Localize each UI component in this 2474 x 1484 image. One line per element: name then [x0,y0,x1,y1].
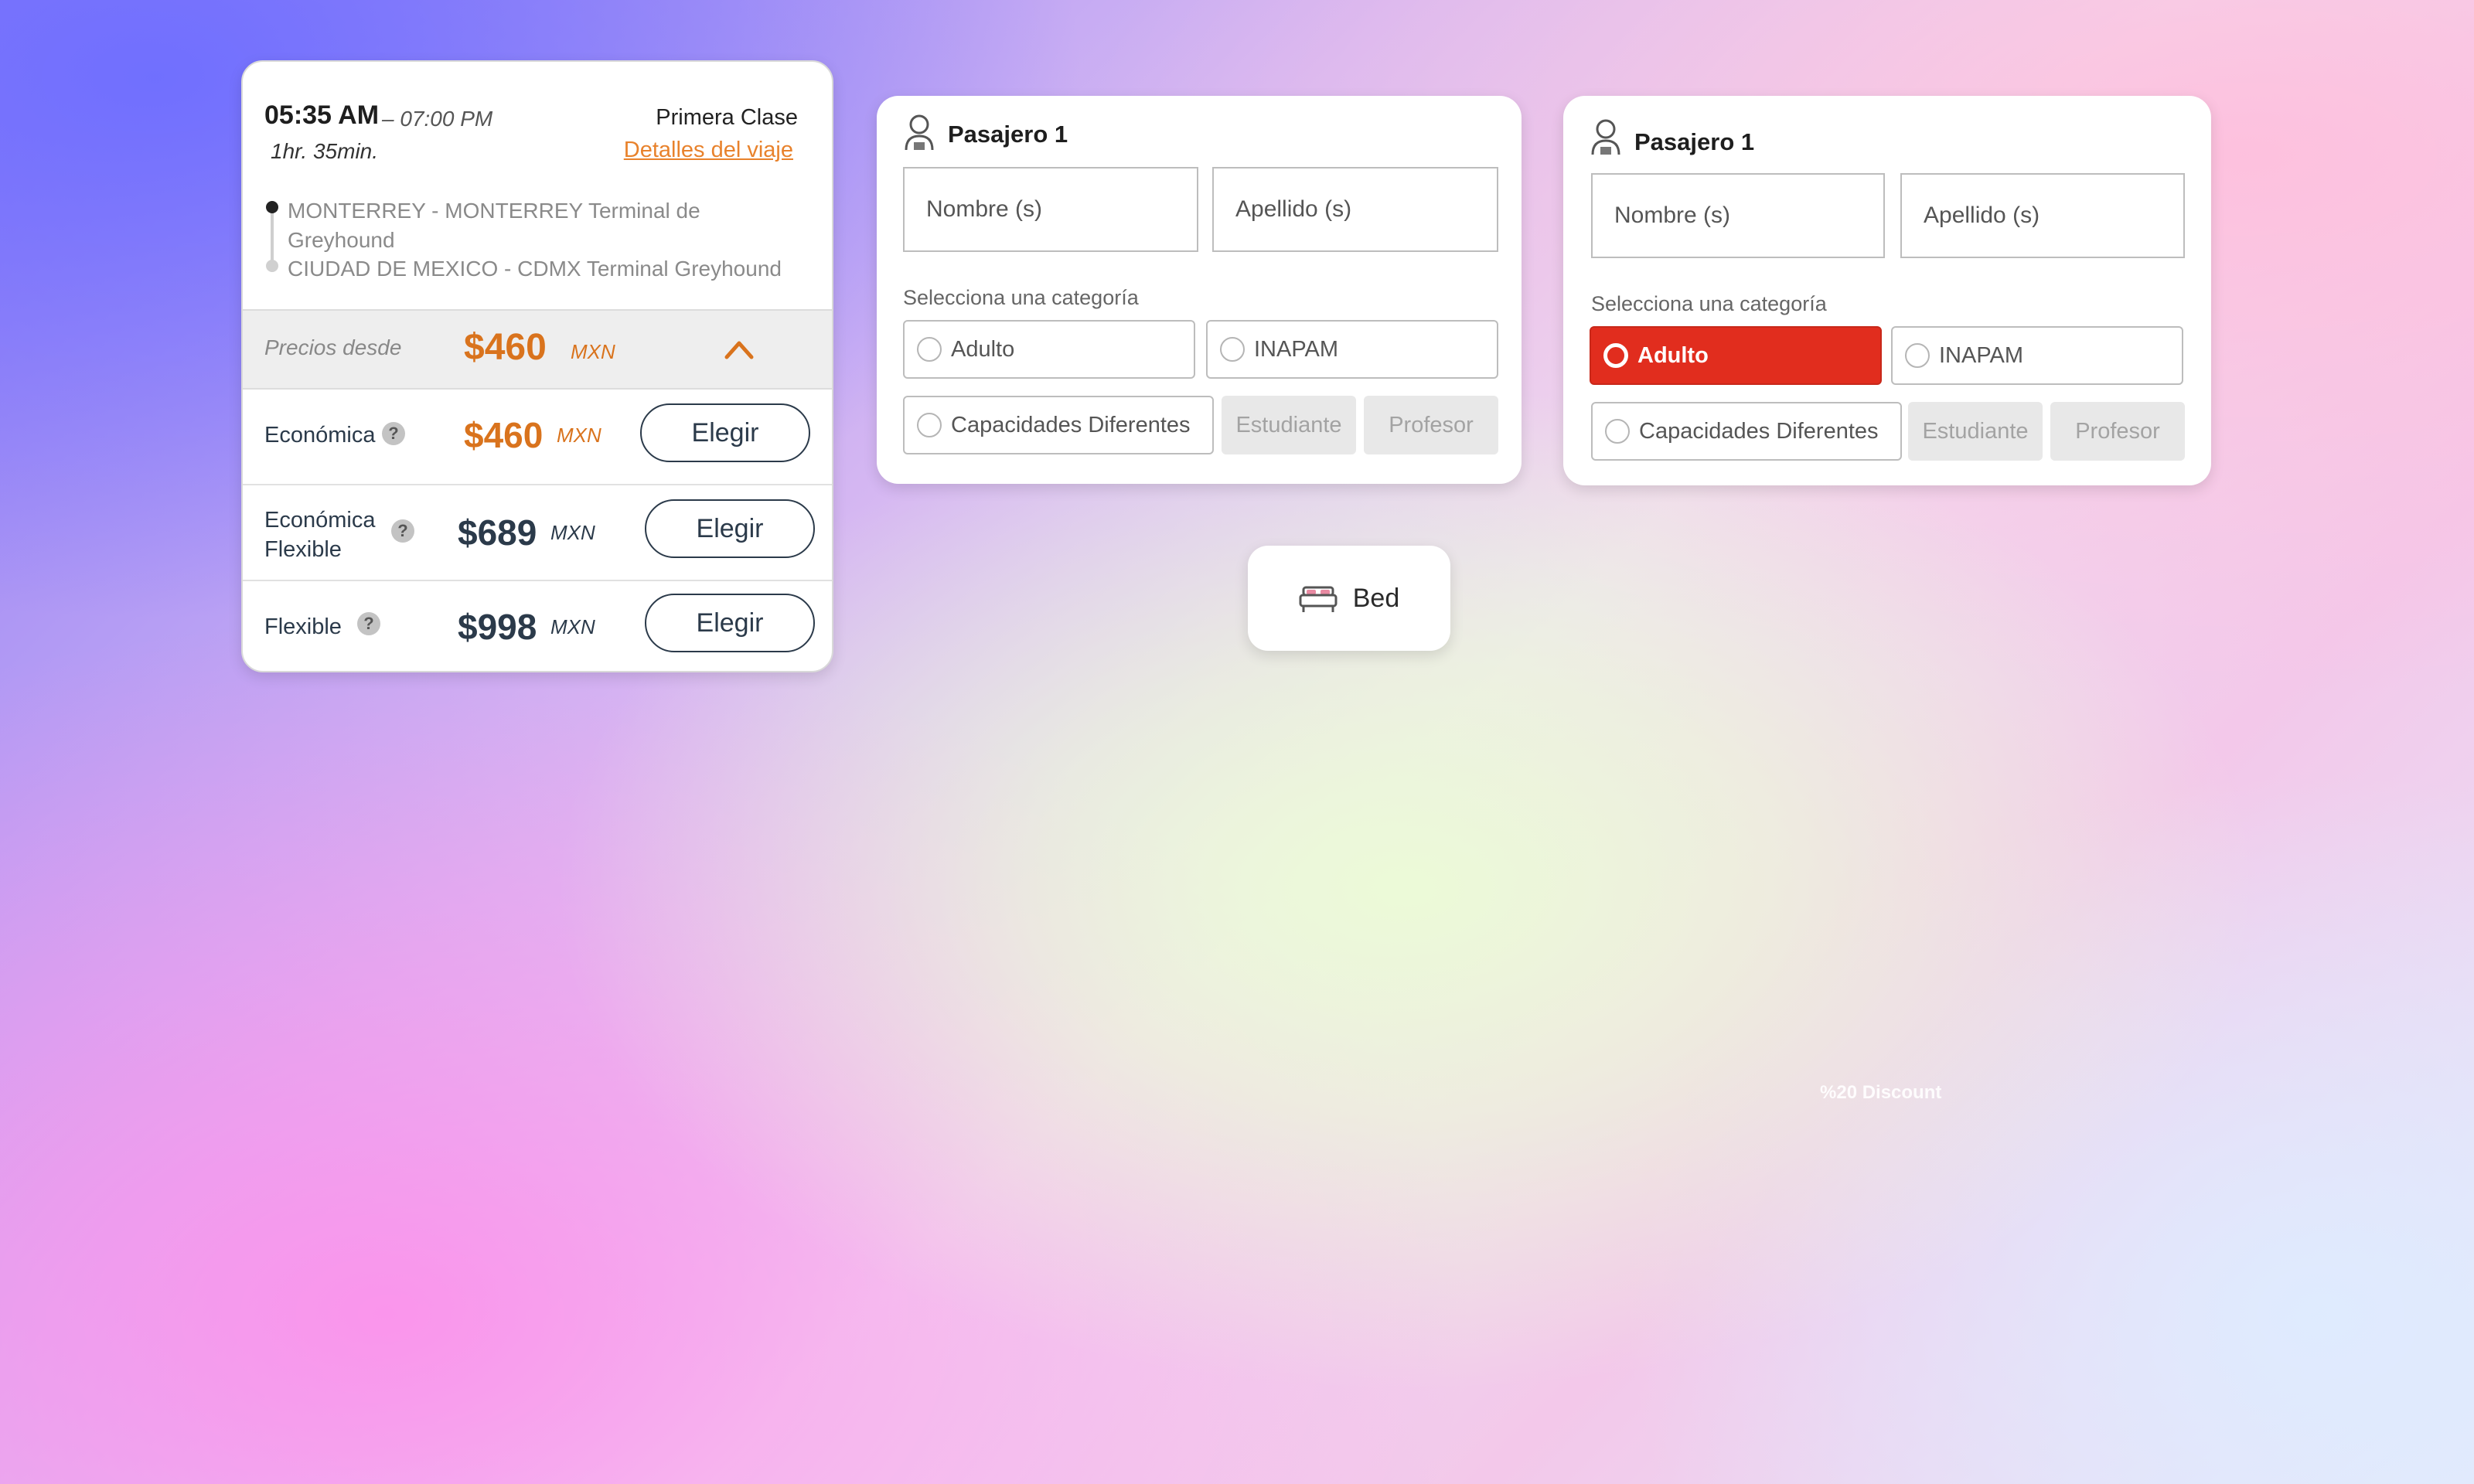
passenger-icon [1591,119,1620,155]
first-name-field[interactable]: Nombre (s) [903,167,1198,252]
service-class: Primera Clase [656,105,798,130]
option-label: INAPAM [1939,342,2024,368]
fare-name: Económica Flexible [264,508,376,562]
discount-label: %20 Discount [1820,1082,1942,1103]
radio-icon [1220,337,1245,362]
option-label: Adulto [951,336,1015,362]
passenger-icon [905,114,934,151]
fare-name: Flexible [264,614,342,639]
choose-economica-button[interactable]: Elegir [640,403,810,462]
help-icon[interactable]: ? [391,519,414,543]
origin-terminal: MONTERREY - MONTERREY Terminal de Greyho… [288,199,700,252]
passenger-form: Pasajero 1 Nombre (s) Apellido (s) Selec… [877,96,1522,484]
bed-icon [1299,586,1338,612]
last-name-field[interactable]: Apellido (s) [1900,173,2185,258]
price-from-value: $460 [464,327,547,368]
option-label: Capacidades Diferentes [951,412,1191,437]
passenger-form: Pasajero 1 Nombre (s) Apellido (s) Selec… [1563,96,2211,485]
fare-row-economica: Económica ? $460 MXN Elegir [243,388,832,485]
category-option-inapam[interactable]: INAPAM [1891,326,2183,385]
category-label: Selecciona una categoría [1591,292,1827,315]
departure-time: 05:35 AM [264,100,380,130]
choose-flexible-button[interactable]: Elegir [645,594,815,652]
origin-dot-icon [266,201,278,213]
radio-icon [917,413,942,437]
passenger-title: Pasajero 1 [948,121,1068,148]
category-option-capacidades-diferentes[interactable]: Capacidades Diferentes [1591,402,1902,461]
destination-dot-icon [266,260,278,272]
fare-currency: MXN [550,615,595,638]
radio-icon [1905,343,1930,368]
fare-currency: MXN [557,424,601,447]
arrival-time: – 07:00 PM [382,107,493,131]
chevron-up-icon[interactable] [722,332,756,366]
passenger-title: Pasajero 1 [1634,128,1755,155]
category-option-adulto[interactable]: Adulto [1590,326,1882,385]
price-from-label: Precios desde [264,335,402,359]
radio-icon [1605,419,1630,444]
category-option-inapam[interactable]: INAPAM [1206,320,1498,379]
destination-terminal: CIUDAD DE MEXICO - CDMX Terminal Greyhou… [288,257,782,281]
fare-price: $998 [458,607,537,647]
fare-price: $460 [464,415,544,455]
category-option-estudiante: Estudiante [1222,396,1356,454]
trip-summary: 05:35 AM – 07:00 PM 1hr. 35min. Primera … [243,62,832,309]
trip-details-link[interactable]: Detalles del viaje [624,138,793,163]
option-label: Adulto [1637,342,1709,368]
bed-label: Bed [1352,583,1400,613]
category-label: Selecciona una categoría [903,286,1139,309]
first-name-field[interactable]: Nombre (s) [1591,173,1885,258]
trip-duration: 1hr. 35min. [271,139,379,163]
fare-price: $689 [458,512,537,553]
fare-row-flexible: Flexible ? $998 MXN Elegir [243,580,832,671]
price-summary: Precios desde $460 MXN [243,309,832,390]
route-line [271,206,274,267]
help-icon[interactable]: ? [357,612,380,635]
option-label: Capacidades Diferentes [1639,418,1879,444]
fare-row-economica-flexible: Económica Flexible ? $689 MXN Elegir [243,484,832,581]
category-option-estudiante: Estudiante [1908,402,2043,461]
fare-name: Económica [264,423,376,448]
price-from-currency: MXN [571,340,615,363]
category-option-profesor: Profesor [2050,402,2185,461]
category-option-profesor: Profesor [1364,396,1498,454]
option-label: INAPAM [1254,336,1339,362]
radio-selected-icon [1603,343,1628,368]
radio-icon [917,337,942,362]
fare-currency: MXN [550,521,595,544]
last-name-field[interactable]: Apellido (s) [1212,167,1498,252]
bed-chip[interactable]: Bed [1248,546,1450,651]
trip-card: 05:35 AM – 07:00 PM 1hr. 35min. Primera … [241,60,833,672]
category-option-capacidades-diferentes[interactable]: Capacidades Diferentes [903,396,1214,454]
category-option-adulto[interactable]: Adulto [903,320,1195,379]
choose-economica-flexible-button[interactable]: Elegir [645,499,815,558]
help-icon[interactable]: ? [382,422,405,445]
